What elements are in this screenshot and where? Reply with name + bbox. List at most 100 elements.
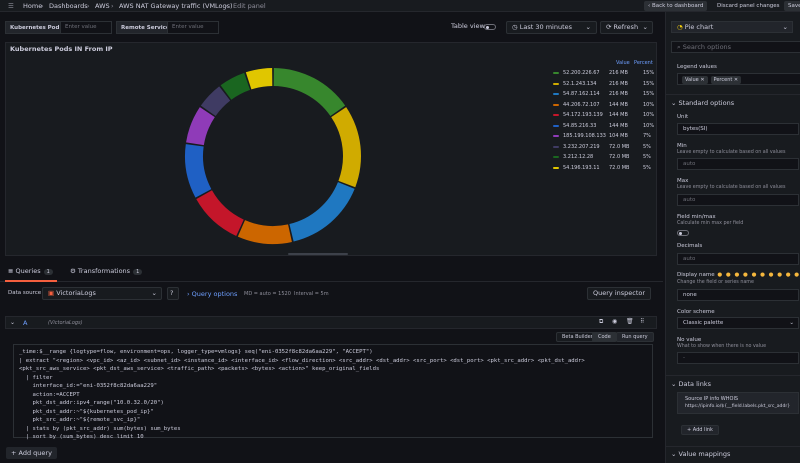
breadcrumb-dashboard[interactable]: AWS NAT Gateway traffic (VMLogs) [119,2,233,10]
panel-resize-handle[interactable] [288,253,348,255]
section-data-links[interactable]: ⌄ Data links [671,380,711,388]
help-icon[interactable]: ? [167,287,179,300]
remote-ip-input[interactable]: Enter value [167,21,219,34]
menu-icon[interactable]: ☰ [8,2,14,10]
legend-percent: 7% [643,133,651,139]
query-inspector-button[interactable]: Query inspector [587,287,652,300]
pie-slice-4[interactable] [196,190,244,236]
section-value-mappings[interactable]: ⌄ Value mappings [671,450,730,458]
pie-slice-3[interactable] [237,220,292,244]
legend-name: 54.196.193.11 [563,164,600,171]
datasource-row: Data source ▣ VictoriaLogs ⌄ ? › Query op… [0,286,663,302]
code-line: | filter [19,374,53,381]
delete-icon[interactable]: 🗑 [626,318,634,325]
discard-changes-button[interactable]: Discard panel changes [713,1,784,11]
time-range-picker[interactable]: ◷ Last 30 minutes ⌄ [506,21,597,34]
plus-icon: + [11,449,19,457]
legend-swatch [553,135,559,137]
legend-item[interactable]: 54.196.193.11 72.0 MB 5% [549,164,657,174]
breadcrumb-home[interactable]: Home [23,2,42,10]
display-name-label: Display name ● ● ● ● ● ● ● ● ● ● ● [677,272,800,278]
unit-input[interactable]: bytes(SI) [677,123,799,135]
legend-percent: 5% [643,154,651,160]
min-description: Leave empty to calculate based on all va… [677,150,786,155]
eye-icon[interactable]: ◉ [612,318,617,325]
query-ref-id[interactable]: A [23,319,27,327]
drag-handle-icon[interactable]: ⠿ [640,318,644,325]
chevron-down-icon: ⌄ [671,450,679,458]
legend-item[interactable]: 52.1.243.134 216 MB 15% [549,80,657,90]
max-input[interactable]: auto [677,194,799,206]
transform-icon: ⚙ [70,267,78,275]
query-options-toggle[interactable]: › Query options [187,290,237,298]
code-line: pkt_dst_addr:ipv4_range("10.0.32.0/20") [19,400,164,406]
legend-item[interactable]: 3.232.207.219 72.0 MB 5% [549,143,657,153]
display-name-input[interactable]: none [677,289,799,301]
run-query-button[interactable]: Run query [616,332,654,342]
legend-swatch [553,103,559,106]
duplicate-icon[interactable]: ⧉ [599,318,603,326]
panel-title: Kubernetes Pods IN From IP [10,45,113,53]
query-row-header: ⌄ A (VictoriaLogs) ⧉ ◉ 🗑 ⠿ [5,316,657,329]
legend-item[interactable]: 3.212.12.28 72.0 MB 5% [549,153,657,163]
legend-swatch [553,82,559,85]
legend-item[interactable]: 54.172.193.139 144 MB 10% [549,111,657,121]
divider [666,446,800,447]
add-link-button[interactable]: + Add link [681,425,719,435]
database-icon: ≣ [8,267,16,275]
no-value-description: What to show when there is no value [677,344,767,349]
legend-values-select[interactable]: Value ✕ Percent ✕ [677,73,800,85]
legend-value: 144 MB [609,101,628,108]
display-name-description: Change the field or series name [677,280,754,285]
visualization-picker[interactable]: ◔ Pie chart ⌄ [671,21,793,33]
legend-value: 72.0 MB [609,164,630,171]
datasource-picker[interactable]: ▣ VictoriaLogs ⌄ [42,287,162,300]
search-options-input[interactable]: ⌕ Search options [671,41,800,53]
chip-percent[interactable]: Percent ✕ [710,76,742,84]
legend-item[interactable]: 54.85.216.33 144 MB 10% [549,122,657,132]
decimals-input[interactable]: auto [677,253,799,265]
pie-slice-9[interactable] [245,68,273,90]
legend-percent: 15% [643,80,655,87]
collapse-icon[interactable]: ⌄ [10,319,15,326]
legend-swatch [553,93,559,95]
options-pane: ◔ Pie chart ⌄ ⌕ Search options Legend val… [665,12,800,463]
breadcrumb-dashboards[interactable]: Dashboards [49,2,88,10]
chip-value[interactable]: Value ✕ [682,76,708,84]
refresh-button[interactable]: ⟳ Refresh ⌄ [600,21,653,34]
victorialogs-icon: ▣ [48,289,57,297]
breadcrumb-folder[interactable]: AWS [95,2,110,10]
data-link-url: https://ipinfo.io/${__field.labels.pkt_s… [685,404,791,409]
chevron-down-icon: ⌄ [642,23,648,31]
legend-item[interactable]: 185.199.108.133 104 MB 7% [549,132,657,142]
legend-item[interactable]: 44.206.72.107 144 MB 10% [549,101,657,111]
no-value-input[interactable]: - [677,352,799,364]
toggle-switch[interactable] [484,24,496,30]
pie-slice-0[interactable] [273,68,346,116]
min-label: Min [677,143,687,149]
code-line: action:=ACCEPT [19,391,80,398]
pie-slice-5[interactable] [185,144,212,198]
add-query-button[interactable]: + Add query [6,447,57,459]
section-standard-options[interactable]: ⌄ Standard options [671,99,734,107]
query-editor[interactable]: _time:$__range {logtype=flow, environmen… [13,344,653,440]
pie-slice-2[interactable] [289,182,355,242]
pie-slice-6[interactable] [186,107,215,146]
legend-item[interactable]: 52.200.226.67 216 MB 15% [549,69,657,79]
field-min-max-toggle[interactable] [677,230,689,236]
table-view-label: Table view [451,22,485,30]
code-mode-button[interactable]: Code [592,332,617,342]
table-view-toggle[interactable]: Table view [446,21,502,34]
data-link-title: Source IP info WHOIS [685,396,739,402]
tab-queries[interactable]: ≣ Queries 1 [8,267,53,275]
min-input[interactable]: auto [677,158,799,170]
legend-item[interactable]: 54.87.162.114 216 MB 15% [549,90,657,100]
legend-name: 52.200.226.67 [563,70,600,76]
pie-slice-1[interactable] [331,107,361,188]
back-to-dashboard-button[interactable]: ‹ Back to dashboard [644,1,708,11]
tab-transformations[interactable]: ⚙ Transformations 1 [70,267,143,275]
pod-ip-input[interactable]: Enter value [60,21,112,34]
save-button[interactable]: Save [784,1,800,11]
data-link-item[interactable]: Source IP info WHOIS https://ipinfo.io/$… [677,392,799,414]
color-scheme-select[interactable]: Classic palette ⌄ [677,317,799,329]
